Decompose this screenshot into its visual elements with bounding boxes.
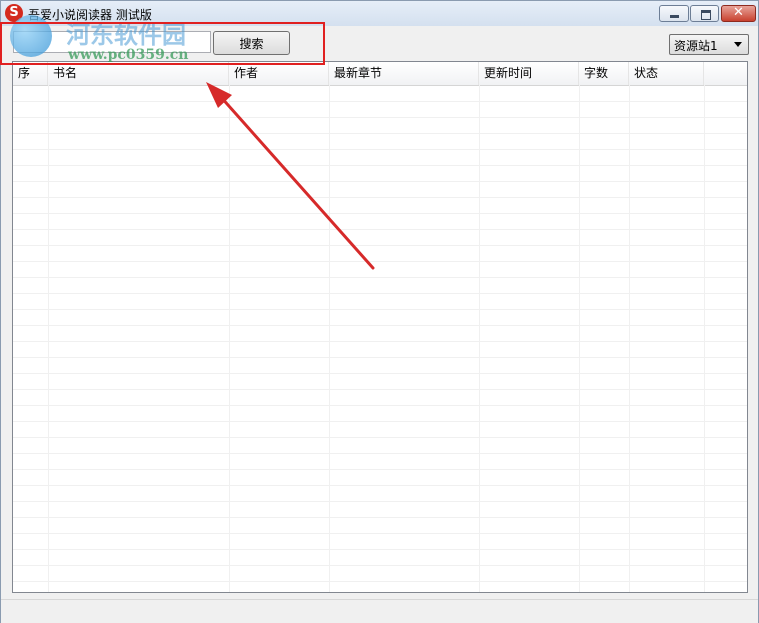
grid-row-line: [13, 229, 747, 230]
app-window: S 吾爱小说阅读器 测试版 ✕ 搜索 资源站1 序 书名 作者 最新章节 更新时…: [0, 0, 759, 623]
grid-row-line: [13, 453, 747, 454]
grid-row-line: [13, 213, 747, 214]
column-header-update-time[interactable]: 更新时间: [479, 62, 579, 85]
grid-row-line: [13, 373, 747, 374]
grid-row-line: [13, 101, 747, 102]
list-header: 序 书名 作者 最新章节 更新时间 字数 状态: [13, 62, 747, 86]
grid-row-line: [13, 501, 747, 502]
column-header-status[interactable]: 状态: [629, 62, 704, 85]
grid-row-line: [13, 357, 747, 358]
grid-row-line: [13, 197, 747, 198]
grid-row-line: [13, 293, 747, 294]
grid-row-line: [13, 309, 747, 310]
column-header-latest-chapter[interactable]: 最新章节: [329, 62, 479, 85]
grid-column-line: [479, 85, 480, 592]
grid-row-line: [13, 149, 747, 150]
grid-row-line: [13, 437, 747, 438]
grid-column-line: [704, 85, 705, 592]
minimize-button[interactable]: [659, 5, 689, 22]
grid-row-line: [13, 325, 747, 326]
grid-row-line: [13, 485, 747, 486]
grid-row-line: [13, 565, 747, 566]
grid-row-line: [13, 405, 747, 406]
grid-column-line: [629, 85, 630, 592]
grid-row-line: [13, 245, 747, 246]
grid-column-line: [48, 85, 49, 592]
grid-row-line: [13, 181, 747, 182]
grid-row-line: [13, 165, 747, 166]
close-button[interactable]: ✕: [721, 5, 756, 22]
maximize-button[interactable]: [690, 5, 719, 22]
highlight-box: [0, 22, 325, 65]
grid-row-line: [13, 581, 747, 582]
grid-row-line: [13, 533, 747, 534]
grid-column-line: [229, 85, 230, 592]
minimize-icon: [670, 15, 679, 18]
grid-row-line: [13, 389, 747, 390]
grid-row-line: [13, 549, 747, 550]
grid-row-line: [13, 469, 747, 470]
grid-row-line: [13, 117, 747, 118]
close-icon: ✕: [733, 5, 744, 20]
grid-row-line: [13, 421, 747, 422]
maximize-icon: [701, 10, 711, 20]
grid-row-line: [13, 133, 747, 134]
list-body: [13, 85, 747, 592]
column-header-author[interactable]: 作者: [229, 62, 329, 85]
column-header-word-count[interactable]: 字数: [579, 62, 629, 85]
book-list[interactable]: 序 书名 作者 最新章节 更新时间 字数 状态: [12, 61, 748, 593]
chevron-down-icon: [734, 42, 742, 47]
grid-row-line: [13, 261, 747, 262]
status-bar: [1, 599, 758, 623]
grid-row-line: [13, 517, 747, 518]
source-select[interactable]: 资源站1: [669, 34, 749, 55]
source-select-value: 资源站1: [674, 39, 718, 53]
grid-row-line: [13, 277, 747, 278]
column-header-title[interactable]: 书名: [48, 62, 229, 85]
grid-row-line: [13, 341, 747, 342]
grid-column-line: [579, 85, 580, 592]
column-header-index[interactable]: 序: [13, 62, 48, 85]
grid-column-line: [329, 85, 330, 592]
